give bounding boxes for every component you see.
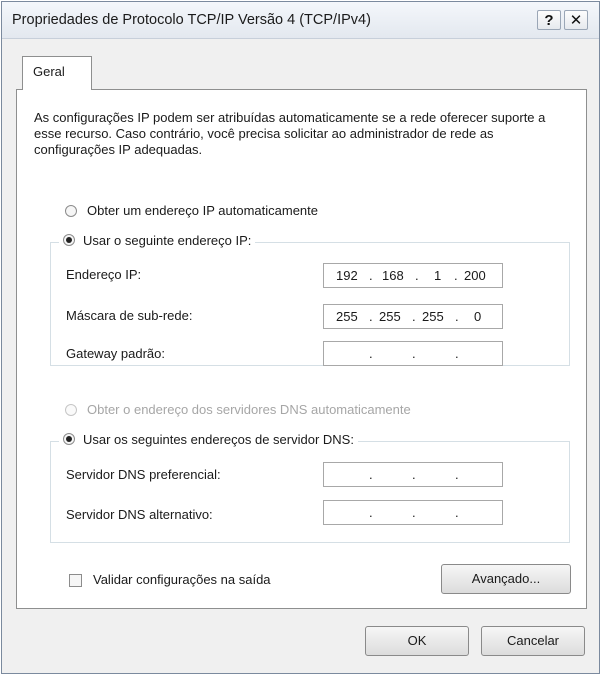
preferred-dns-label: Servidor DNS preferencial: [66, 467, 221, 482]
cancel-button[interactable]: Cancelar [481, 626, 585, 656]
ok-button[interactable]: OK [365, 626, 469, 656]
help-button[interactable]: ? [537, 10, 561, 30]
validate-on-exit-checkbox[interactable] [69, 574, 82, 587]
mask-octet-3: 255 [422, 309, 444, 324]
intro-text: As configurações IP podem ser atribuídas… [34, 110, 546, 157]
radio-use-following-dns-label[interactable]: Usar os seguintes endereços de servidor … [83, 432, 354, 447]
mask-octet-4: 0 [474, 309, 482, 324]
validate-on-exit-label[interactable]: Validar configurações na saída [93, 572, 271, 587]
ip-octet-3: 1 [434, 268, 442, 283]
radio-use-following-ip[interactable] [63, 234, 75, 246]
radio-obtain-dns-auto [65, 404, 77, 416]
ip-group-legend: Usar o seguinte endereço IP: [59, 233, 256, 248]
ip-octet-1: 192 [336, 268, 358, 283]
advanced-button[interactable]: Avançado... [441, 564, 571, 594]
tab-geral[interactable]: Geral [22, 56, 92, 90]
radio-use-following-ip-label[interactable]: Usar o seguinte endereço IP: [83, 233, 251, 248]
mask-octet-2: 255 [379, 309, 401, 324]
alternate-dns-input[interactable]: . . . [323, 500, 503, 525]
mask-octet-1: 255 [336, 309, 358, 324]
ip-address-label: Endereço IP: [66, 267, 142, 282]
default-gateway-label: Gateway padrão: [66, 346, 166, 361]
radio-obtain-ip-auto-label[interactable]: Obter um endereço IP automaticamente [87, 203, 318, 218]
subnet-mask-input[interactable]: 255 . 255 . 255 . 0 [323, 304, 503, 329]
close-button[interactable]: ✕ [564, 10, 588, 30]
ip-address-input[interactable]: 192 . 168 . 1 . 200 [323, 263, 503, 288]
dialog-window: Propriedades de Protocolo TCP/IP Versão … [1, 1, 600, 674]
alternate-dns-label: Servidor DNS alternativo: [66, 507, 213, 522]
radio-obtain-ip-auto[interactable] [65, 205, 77, 217]
tab-panel-geral: As configurações IP podem ser atribuídas… [16, 89, 587, 609]
dns-server-group [50, 441, 570, 543]
radio-use-following-dns[interactable] [63, 433, 75, 445]
ip-octet-2: 168 [382, 268, 404, 283]
ip-octet-4: 200 [464, 268, 486, 283]
dns-group-legend: Usar os seguintes endereços de servidor … [59, 432, 358, 447]
subnet-mask-label: Máscara de sub-rede: [66, 308, 193, 323]
preferred-dns-input[interactable]: . . . [323, 462, 503, 487]
radio-obtain-dns-auto-label: Obter o endereço dos servidores DNS auto… [87, 402, 411, 417]
window-title: Propriedades de Protocolo TCP/IP Versão … [12, 12, 371, 28]
default-gateway-input[interactable]: . . . [323, 341, 503, 366]
title-bar[interactable]: Propriedades de Protocolo TCP/IP Versão … [2, 2, 599, 39]
